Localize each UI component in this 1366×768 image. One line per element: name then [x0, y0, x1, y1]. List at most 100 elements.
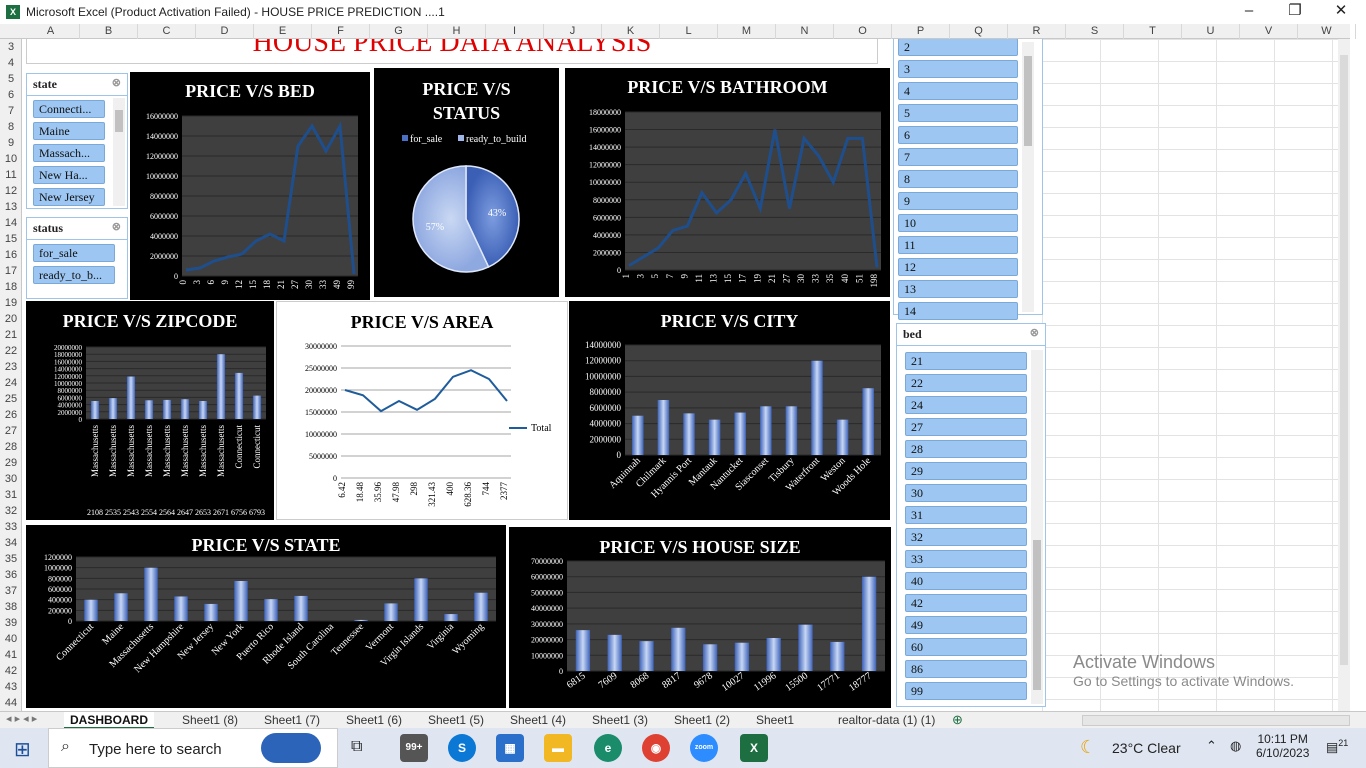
column-header-P[interactable]: P [892, 24, 950, 39]
sheet-tab[interactable]: DASHBOARD [64, 712, 154, 729]
chart-bathroom[interactable]: PRICE V/S BATHROOM 0 2000000 4000000 6000000… [565, 68, 890, 297]
chart-area[interactable]: PRICE V/S AREA 0 5000000 10000000 15000000 20… [276, 301, 568, 520]
row-header[interactable]: 27 [0, 423, 22, 439]
sheet-tab[interactable]: Sheet1 (6) [346, 712, 402, 729]
sheet-vertical-scrollbar[interactable] [1338, 39, 1350, 711]
row-header[interactable]: 32 [0, 503, 22, 519]
windows-start-icon[interactable]: ⊞ [14, 737, 31, 762]
state-slicer-scrollbar[interactable] [113, 98, 125, 206]
row-header[interactable]: 19 [0, 295, 22, 311]
column-header-J[interactable]: J [544, 24, 602, 39]
row-header[interactable]: 35 [0, 551, 22, 567]
horizontal-scrollbar[interactable] [1082, 715, 1350, 726]
sheet-tab[interactable]: Sheet1 (2) [674, 712, 730, 729]
slicer-item[interactable]: 27 [905, 418, 1027, 436]
slicer-item[interactable]: 9 [898, 192, 1018, 210]
search-box[interactable]: ⌕ Type here to search [48, 728, 338, 768]
chart-city[interactable]: PRICE V/S CITY 0 2000000 4000000 6000000 8000… [569, 301, 890, 520]
sheet-tab[interactable]: Sheet1 [756, 712, 794, 729]
slicer-item[interactable]: for_sale [33, 244, 115, 262]
column-header-D[interactable]: D [196, 24, 254, 39]
slicer-item[interactable]: 49 [905, 616, 1027, 634]
column-header-M[interactable]: M [718, 24, 776, 39]
notification-icon[interactable]: ▤21 [1326, 738, 1348, 755]
slicer-item[interactable]: 14 [898, 302, 1018, 320]
slicer-item[interactable]: New Ha... [33, 166, 105, 184]
row-header[interactable]: 44 [0, 695, 22, 711]
row-header[interactable]: 10 [0, 151, 22, 167]
close-button[interactable]: ✕ [1318, 0, 1364, 24]
column-header-V[interactable]: V [1240, 24, 1298, 39]
slicer-item[interactable]: 40 [905, 572, 1027, 590]
chart-housesize[interactable]: PRICE V/S HOUSE SIZE 0 10000000 20000000 300… [509, 527, 891, 708]
slicer-item[interactable]: 10 [898, 214, 1018, 232]
tab-scroll-arrows-icon[interactable]: ◂ ▸ ◂ ▸ [6, 712, 37, 725]
row-header[interactable]: 29 [0, 455, 22, 471]
row-header[interactable]: 34 [0, 535, 22, 551]
new-sheet-icon[interactable]: ⊕ [952, 712, 963, 728]
row-header[interactable]: 17 [0, 263, 22, 279]
row-header[interactable]: 41 [0, 647, 22, 663]
row-header[interactable]: 24 [0, 375, 22, 391]
skype-icon[interactable]: S [448, 734, 476, 762]
column-header-C[interactable]: C [138, 24, 196, 39]
column-header-Q[interactable]: Q [950, 24, 1008, 39]
row-header[interactable]: 4 [0, 55, 22, 71]
excel-taskbar-icon[interactable]: X [740, 734, 768, 762]
slicer-item[interactable]: 31 [905, 506, 1027, 524]
row-header[interactable]: 21 [0, 327, 22, 343]
column-header-L[interactable]: L [660, 24, 718, 39]
column-header-N[interactable]: N [776, 24, 834, 39]
chevron-up-icon[interactable]: ⌃ [1206, 738, 1217, 754]
file-explorer-icon[interactable]: ▬ [544, 734, 572, 762]
row-header[interactable]: 15 [0, 231, 22, 247]
column-header-K[interactable]: K [602, 24, 660, 39]
slicer-item[interactable]: 32 [905, 528, 1027, 546]
restore-button[interactable]: ❐ [1272, 0, 1318, 24]
slicer-item[interactable]: New Jersey [33, 188, 105, 206]
slicer-item[interactable]: Massach... [33, 144, 105, 162]
row-header[interactable]: 6 [0, 87, 22, 103]
row-header[interactable]: 30 [0, 471, 22, 487]
slicer-item[interactable]: 86 [905, 660, 1027, 678]
clear-filter-icon[interactable]: ⊗ [112, 220, 121, 233]
slicer-item[interactable]: Maine [33, 122, 105, 140]
row-header[interactable]: 3 [0, 39, 22, 55]
row-header[interactable]: 42 [0, 663, 22, 679]
slicer-item[interactable]: 28 [905, 440, 1027, 458]
row-header[interactable]: 38 [0, 599, 22, 615]
slicer-item[interactable]: 7 [898, 148, 1018, 166]
chart-zipcode[interactable]: PRICE V/S ZIPCODE 0 2000000 4000000 6000000 8… [26, 301, 274, 520]
row-header[interactable]: 13 [0, 199, 22, 215]
slicer-item[interactable]: 22 [905, 374, 1027, 392]
slicer-item[interactable]: 21 [905, 352, 1027, 370]
sheet-tab[interactable]: Sheet1 (5) [428, 712, 484, 729]
column-header-A[interactable]: A [22, 24, 80, 39]
sheet-tab[interactable]: Sheet1 (8) [182, 712, 238, 729]
sheet-tab[interactable]: realtor-data (1) (1) [838, 712, 935, 729]
row-header[interactable]: 33 [0, 519, 22, 535]
bed-slicer-scrollbar[interactable] [1031, 350, 1043, 704]
sheet-tab[interactable]: Sheet1 (3) [592, 712, 648, 729]
slicer-item[interactable]: 4 [898, 82, 1018, 100]
row-header[interactable]: 20 [0, 311, 22, 327]
slicer-item[interactable]: 33 [905, 550, 1027, 568]
slicer-item[interactable]: 5 [898, 104, 1018, 122]
slicer-item[interactable]: 8 [898, 170, 1018, 188]
slicer-item[interactable]: 2 [898, 39, 1018, 56]
row-header[interactable]: 26 [0, 407, 22, 423]
row-header[interactable]: 12 [0, 183, 22, 199]
column-header-U[interactable]: U [1182, 24, 1240, 39]
row-header[interactable]: 37 [0, 583, 22, 599]
row-header[interactable]: 28 [0, 439, 22, 455]
row-header[interactable]: 23 [0, 359, 22, 375]
row-header[interactable]: 31 [0, 487, 22, 503]
chart-state[interactable]: PRICE V/S STATE 0 200000 400000 600000 800000… [26, 525, 506, 708]
column-header-R[interactable]: R [1008, 24, 1066, 39]
row-header[interactable]: 11 [0, 167, 22, 183]
mail-icon[interactable]: 99+ [400, 734, 428, 762]
clock[interactable]: 10:11 PM 6/10/2023 [1256, 732, 1309, 760]
p-slicer-scrollbar[interactable] [1022, 42, 1034, 312]
column-header-B[interactable]: B [80, 24, 138, 39]
column-header-F[interactable]: F [312, 24, 370, 39]
